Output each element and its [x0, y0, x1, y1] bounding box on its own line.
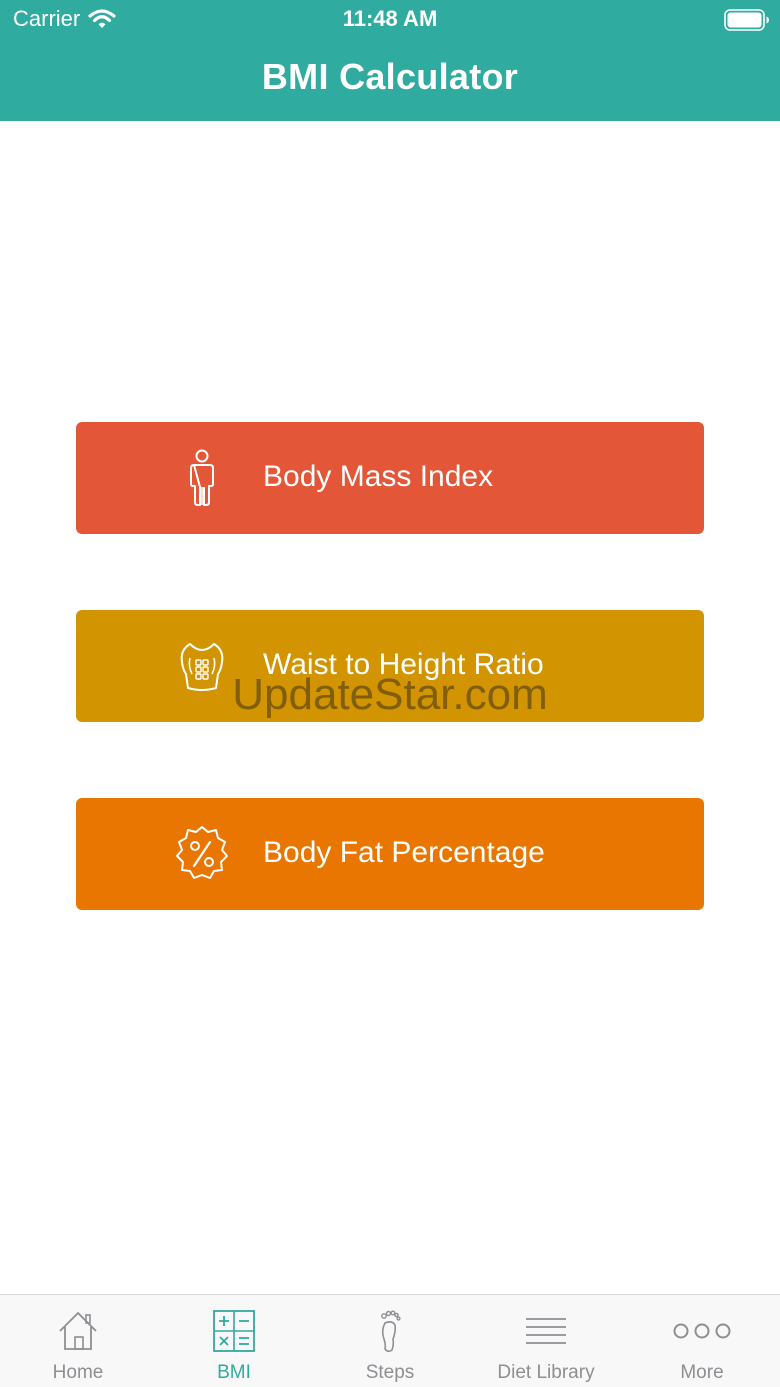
page-title: BMI Calculator — [261, 56, 519, 97]
tab-steps-label: Steps — [365, 1362, 415, 1383]
tab-steps[interactable]: Steps — [312, 1295, 468, 1387]
status-time: 11:48 AM — [342, 6, 438, 31]
header: Carrier 11:48 AM BMI Calculator — [0, 0, 780, 121]
person-icon — [190, 449, 214, 506]
tab-bmi-label: BMI — [217, 1362, 251, 1383]
tab-bmi[interactable]: BMI — [156, 1295, 312, 1387]
calculator-icon — [213, 1310, 255, 1352]
waist-to-height-ratio-button[interactable]: Waist to Height Ratio — [76, 610, 704, 722]
tab-home[interactable]: Home — [0, 1295, 156, 1387]
list-lines-icon — [526, 1318, 566, 1344]
body-mass-index-button[interactable]: Body Mass Index — [76, 422, 704, 534]
body-fat-percentage-button[interactable]: Body Fat Percentage — [76, 798, 704, 910]
home-icon — [59, 1312, 97, 1350]
tab-diet-library-label: Diet Library — [497, 1362, 595, 1383]
more-dots-icon — [673, 1323, 731, 1339]
tab-bar: Home BMI Steps Diet Library More — [0, 1294, 780, 1387]
tab-home-label: Home — [52, 1362, 104, 1383]
body-fat-percentage-label: Body Fat Percentage — [263, 836, 545, 869]
tab-more[interactable]: More — [624, 1295, 780, 1387]
app-screen: Carrier 11:48 AM BMI Calculator Body Mas… — [0, 0, 780, 1387]
waist-to-height-ratio-label: Waist to Height Ratio — [263, 648, 544, 681]
torso-icon — [180, 643, 224, 691]
footprint-icon — [381, 1310, 401, 1353]
body-mass-index-label: Body Mass Index — [263, 460, 494, 493]
percent-badge-icon — [176, 826, 228, 879]
status-bar: Carrier 11:48 AM — [0, 0, 780, 40]
battery-icon — [724, 9, 769, 31]
tab-more-label: More — [680, 1362, 724, 1383]
tab-diet-library[interactable]: Diet Library — [468, 1295, 624, 1387]
